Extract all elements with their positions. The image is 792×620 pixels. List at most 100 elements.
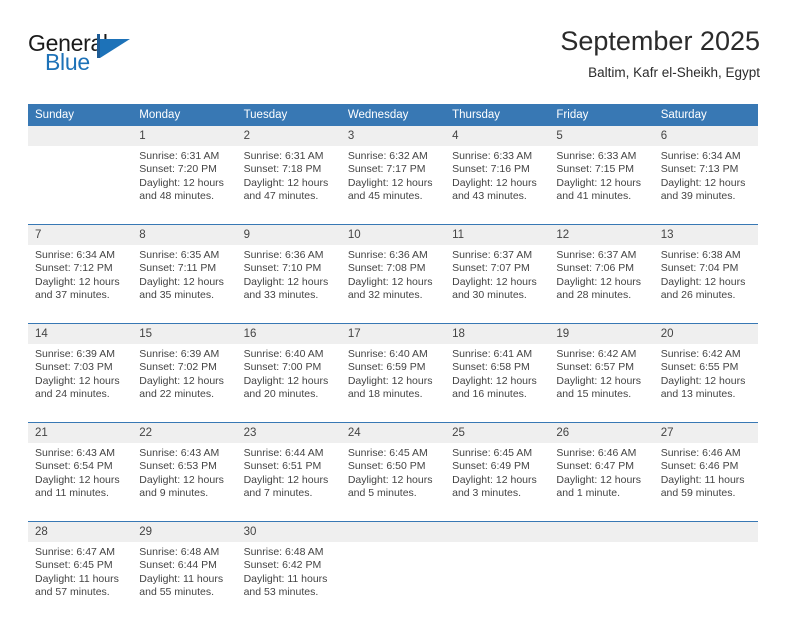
day-daylight-text: and 32 minutes. [347,289,423,302]
day-number-cell[interactable]: 19 [549,324,654,344]
day-daylight-text: and 33 minutes. [243,289,319,302]
day-number-cell[interactable]: 18 [445,324,550,344]
day-sunset-text: Sunset: 7:04 PM [660,262,739,275]
day-number-cell[interactable]: 10 [340,225,446,245]
day-detail-cell: Sunrise: 6:46 AM Sunset: 6:46 PM Daylight:… [653,443,758,521]
day-sunset-text: Sunset: 7:18 PM [243,163,322,176]
day-detail-empty [445,542,550,620]
day-number-cell[interactable]: 5 [549,126,654,146]
day-daylight-text: and 24 minutes. [35,388,110,401]
day-sunset-text: Sunset: 7:02 PM [139,361,217,374]
day-number-empty [653,522,758,542]
day-sunset-text: Sunset: 7:13 PM [660,163,739,176]
day-number-cell[interactable]: 15 [132,324,237,344]
day-sunrise-text: Sunrise: 6:39 AM [35,348,115,360]
day-number-cell[interactable]: 16 [236,324,341,344]
day-sunrise-text: Sunrise: 6:46 AM [556,447,637,459]
day-sunset-text: Sunset: 7:15 PM [556,163,635,176]
day-detail-cell: Sunrise: 6:35 AM Sunset: 7:11 PM Daylight:… [132,245,237,323]
day-detail-cell: Sunrise: 6:40 AM Sunset: 6:59 PM Daylight:… [340,344,446,422]
day-detail-cell: Sunrise: 6:32 AM Sunset: 7:17 PM Daylight:… [340,146,446,224]
day-number-cell[interactable]: 27 [653,423,758,443]
week-daynumber-row: 21 22 23 24 25 26 27 [28,423,758,443]
day-sunrise-text: Sunrise: 6:32 AM [347,150,428,162]
day-number-cell[interactable]: 3 [340,126,446,146]
day-daylight-text: Daylight: 11 hours [35,572,119,585]
day-sunrise-text: Sunrise: 6:48 AM [243,546,324,558]
day-daylight-text: and 47 minutes. [243,190,319,203]
day-daylight-text: Daylight: 12 hours [660,374,746,387]
day-number-cell[interactable]: 21 [28,423,133,443]
day-number-empty [28,126,133,146]
weekday-header-wednesday: Wednesday [340,104,446,126]
day-detail-cell: Sunrise: 6:37 AM Sunset: 7:06 PM Daylight:… [549,245,654,323]
day-number-cell[interactable]: 12 [549,225,654,245]
day-number-cell[interactable]: 30 [236,522,341,542]
day-number-cell[interactable]: 20 [653,324,758,344]
day-daylight-text: Daylight: 12 hours [452,374,537,387]
day-daylight-text: and 43 minutes. [452,190,527,203]
calendar-body: 1 2 3 4 5 6 Sunrise: 6:31 AM Sunset: 7:20 PM Day… [28,126,758,620]
day-number-cell[interactable]: 24 [340,423,446,443]
day-daylight-text: and 39 minutes. [660,190,736,203]
day-daylight-text: and 45 minutes. [347,190,423,203]
day-daylight-text: Daylight: 12 hours [35,275,120,288]
day-detail-cell: Sunrise: 6:45 AM Sunset: 6:49 PM Daylight:… [445,443,550,521]
weekday-header-monday: Monday [132,104,237,126]
day-sunset-text: Sunset: 6:44 PM [139,559,217,572]
day-number-cell[interactable]: 2 [236,126,341,146]
logo-text-blue: Blue [45,49,90,75]
day-number-cell[interactable]: 26 [549,423,654,443]
day-number-cell[interactable]: 13 [653,225,758,245]
day-daylight-text: Daylight: 12 hours [452,275,537,288]
day-number-cell[interactable]: 25 [445,423,550,443]
day-daylight-text: Daylight: 12 hours [243,473,329,486]
day-sunset-text: Sunset: 6:54 PM [35,460,113,473]
day-number-cell[interactable]: 29 [132,522,237,542]
day-sunrise-text: Sunrise: 6:47 AM [35,546,115,558]
calendar-header-row: Sunday Monday Tuesday Wednesday Thursday… [28,104,758,126]
day-number-cell[interactable]: 17 [340,324,446,344]
day-sunrise-text: Sunrise: 6:42 AM [556,348,637,360]
day-daylight-text: and 55 minutes. [139,586,214,599]
month-calendar-table: Sunday Monday Tuesday Wednesday Thursday… [28,104,758,620]
day-number-cell[interactable]: 7 [28,225,133,245]
day-daylight-text: Daylight: 12 hours [452,176,537,189]
day-daylight-text: and 26 minutes. [660,289,736,302]
weekday-header-friday: Friday [549,104,654,126]
day-sunrise-text: Sunrise: 6:45 AM [347,447,428,459]
day-number-cell[interactable]: 22 [132,423,237,443]
day-number-empty [340,522,446,542]
day-daylight-text: Daylight: 12 hours [660,275,746,288]
week-detail-row: Sunrise: 6:39 AM Sunset: 7:03 PM Daylight:… [28,344,758,422]
day-detail-cell: Sunrise: 6:41 AM Sunset: 6:58 PM Daylight:… [445,344,550,422]
day-sunset-text: Sunset: 6:50 PM [347,460,426,473]
day-detail-cell: Sunrise: 6:43 AM Sunset: 6:54 PM Daylight:… [28,443,133,521]
day-number-cell[interactable]: 4 [445,126,550,146]
logo-triangle-icon [100,39,130,58]
day-daylight-text: and 18 minutes. [347,388,423,401]
day-number-cell[interactable]: 8 [132,225,237,245]
day-detail-cell: Sunrise: 6:33 AM Sunset: 7:15 PM Daylight:… [549,146,654,224]
general-blue-logo[interactable]: General Blue [28,32,144,82]
day-detail-empty [549,542,654,620]
day-daylight-text: Daylight: 12 hours [556,374,642,387]
day-number-cell[interactable]: 6 [653,126,758,146]
day-daylight-text: Daylight: 12 hours [243,374,329,387]
day-number-cell[interactable]: 28 [28,522,133,542]
day-sunrise-text: Sunrise: 6:46 AM [660,447,741,459]
day-number-cell[interactable]: 11 [445,225,550,245]
weekday-header-thursday: Thursday [445,104,550,126]
day-sunset-text: Sunset: 7:16 PM [452,163,530,176]
day-detail-cell: Sunrise: 6:37 AM Sunset: 7:07 PM Daylight:… [445,245,550,323]
day-number-cell[interactable]: 9 [236,225,341,245]
day-number-cell[interactable]: 23 [236,423,341,443]
day-sunrise-text: Sunrise: 6:41 AM [452,348,533,360]
day-sunset-text: Sunset: 7:03 PM [35,361,113,374]
day-number-cell[interactable]: 1 [132,126,237,146]
day-detail-cell: Sunrise: 6:47 AM Sunset: 6:45 PM Daylight:… [28,542,133,620]
day-sunset-text: Sunset: 6:53 PM [139,460,217,473]
day-daylight-text: and 20 minutes. [243,388,319,401]
day-number-cell[interactable]: 14 [28,324,133,344]
day-detail-cell: Sunrise: 6:39 AM Sunset: 7:02 PM Daylight:… [132,344,237,422]
